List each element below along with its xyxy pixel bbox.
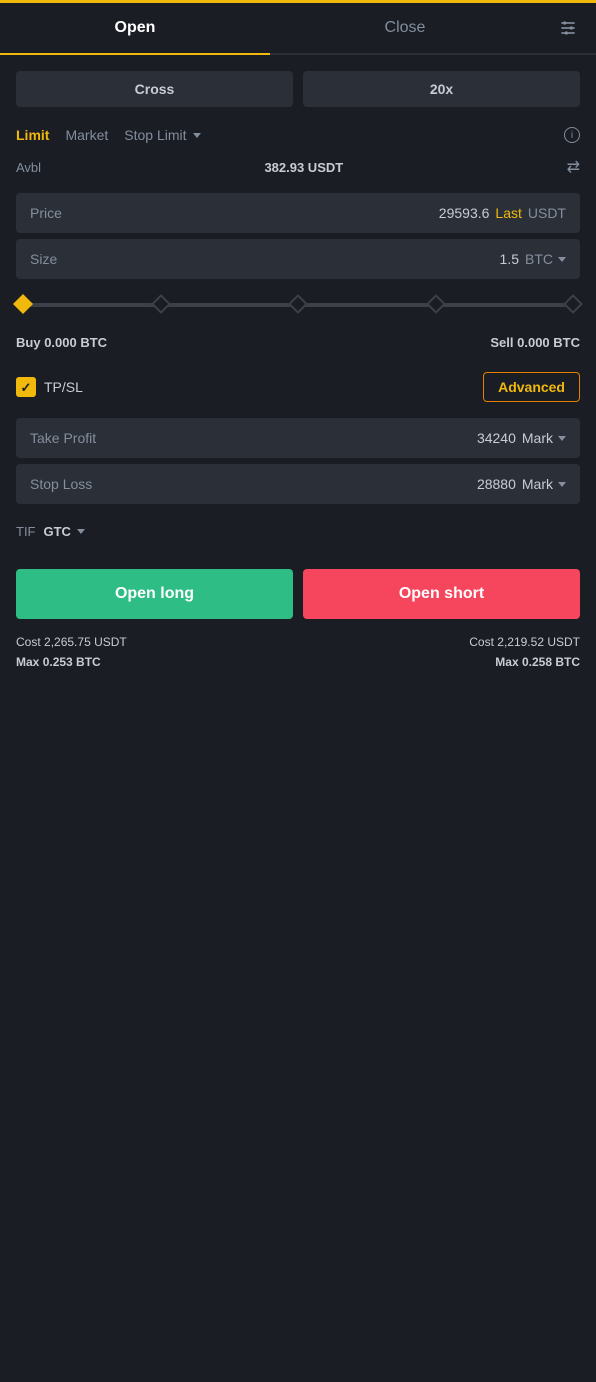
tif-selector[interactable]: GTC: [44, 524, 85, 539]
take-profit-value: 34240: [477, 430, 516, 446]
price-input[interactable]: Price 29593.6 Last USDT: [16, 193, 580, 233]
sell-amount: Sell 0.000 BTC: [490, 335, 580, 350]
max-rows: Max 0.253 BTC Max 0.258 BTC: [0, 653, 596, 689]
price-tag: Last: [495, 205, 521, 221]
open-long-button[interactable]: Open long: [16, 569, 293, 619]
checkmark-icon: ✓: [21, 381, 32, 394]
transfer-icon[interactable]: ⇄: [567, 157, 580, 177]
long-cost-value: 2,265.75 USDT: [44, 635, 127, 649]
slider-point-25[interactable]: [151, 294, 171, 314]
slider-point-0[interactable]: [13, 294, 33, 314]
tif-row: TIF GTC: [0, 510, 596, 549]
tif-label: TIF: [16, 524, 36, 539]
stop-loss-right: 28880 Mark: [477, 476, 566, 492]
size-currency-chevron-icon: [558, 257, 566, 262]
size-input[interactable]: Size 1.5 BTC: [16, 239, 580, 279]
tpsl-checkbox[interactable]: ✓: [16, 377, 36, 397]
settings-icon: [558, 18, 578, 38]
order-type-row: Limit Market Stop Limit i: [0, 115, 596, 151]
buy-sell-amounts: Buy 0.000 BTC Sell 0.000 BTC: [0, 331, 596, 362]
stop-loss-label: Stop Loss: [30, 476, 92, 492]
tpsl-row: ✓ TP/SL Advanced: [0, 362, 596, 412]
settings-tab[interactable]: [540, 3, 596, 53]
stoplimit-chevron-icon: [193, 133, 201, 138]
available-label: Avbl: [16, 160, 41, 175]
slider-point-50[interactable]: [288, 294, 308, 314]
action-buttons: Open long Open short: [0, 549, 596, 629]
tab-open[interactable]: Open: [0, 3, 270, 55]
short-cost: Cost 2,219.52 USDT: [469, 635, 580, 649]
margin-type-button[interactable]: Cross: [16, 71, 293, 107]
leverage-button[interactable]: 20x: [303, 71, 580, 107]
top-tabs: Open Close: [0, 3, 596, 55]
tpsl-label: TP/SL: [44, 379, 83, 395]
size-value: 1.5: [500, 251, 519, 267]
take-profit-right: 34240 Mark: [477, 430, 566, 446]
price-currency: USDT: [528, 205, 566, 221]
short-max-value: 0.258 BTC: [522, 655, 580, 669]
position-slider[interactable]: [0, 285, 596, 331]
price-label: Price: [30, 205, 62, 221]
stop-loss-input[interactable]: Stop Loss 28880 Mark: [16, 464, 580, 504]
slider-diamonds: [16, 297, 580, 311]
order-type-market[interactable]: Market: [65, 127, 108, 143]
order-type-limit[interactable]: Limit: [16, 127, 49, 143]
take-profit-chevron-icon: [558, 436, 566, 441]
slider-point-100[interactable]: [563, 294, 583, 314]
advanced-button[interactable]: Advanced: [483, 372, 580, 402]
take-profit-label: Take Profit: [30, 430, 96, 446]
tif-chevron-icon: [77, 529, 85, 534]
stop-loss-value: 28880: [477, 476, 516, 492]
long-max: Max 0.253 BTC: [16, 655, 101, 669]
stop-loss-chevron-icon: [558, 482, 566, 487]
available-balance-row: Avbl 382.93 USDT ⇄: [0, 151, 596, 187]
take-profit-type-selector[interactable]: Mark: [522, 430, 566, 446]
price-value: 29593.6: [439, 205, 490, 221]
slider-point-75[interactable]: [426, 294, 446, 314]
size-currency-selector[interactable]: BTC: [525, 251, 566, 267]
price-right: 29593.6 Last USDT: [439, 205, 566, 221]
tab-close[interactable]: Close: [270, 3, 540, 53]
order-type-stoplimit[interactable]: Stop Limit: [124, 127, 200, 143]
margin-leverage-row: Cross 20x: [0, 55, 596, 115]
long-cost: Cost 2,265.75 USDT: [16, 635, 127, 649]
open-short-button[interactable]: Open short: [303, 569, 580, 619]
available-value: 382.93 USDT: [264, 160, 343, 175]
buy-amount: Buy 0.000 BTC: [16, 335, 107, 350]
short-max: Max 0.258 BTC: [495, 655, 580, 669]
cost-rows: Cost 2,265.75 USDT Cost 2,219.52 USDT: [0, 629, 596, 653]
trading-panel: Open Close Cross 20x Limit Market Stop L…: [0, 0, 596, 689]
size-label: Size: [30, 251, 57, 267]
info-icon[interactable]: i: [564, 127, 580, 143]
size-right: 1.5 BTC: [500, 251, 566, 267]
take-profit-input[interactable]: Take Profit 34240 Mark: [16, 418, 580, 458]
short-cost-value: 2,219.52 USDT: [497, 635, 580, 649]
stop-loss-type-selector[interactable]: Mark: [522, 476, 566, 492]
long-max-value: 0.253 BTC: [43, 655, 101, 669]
